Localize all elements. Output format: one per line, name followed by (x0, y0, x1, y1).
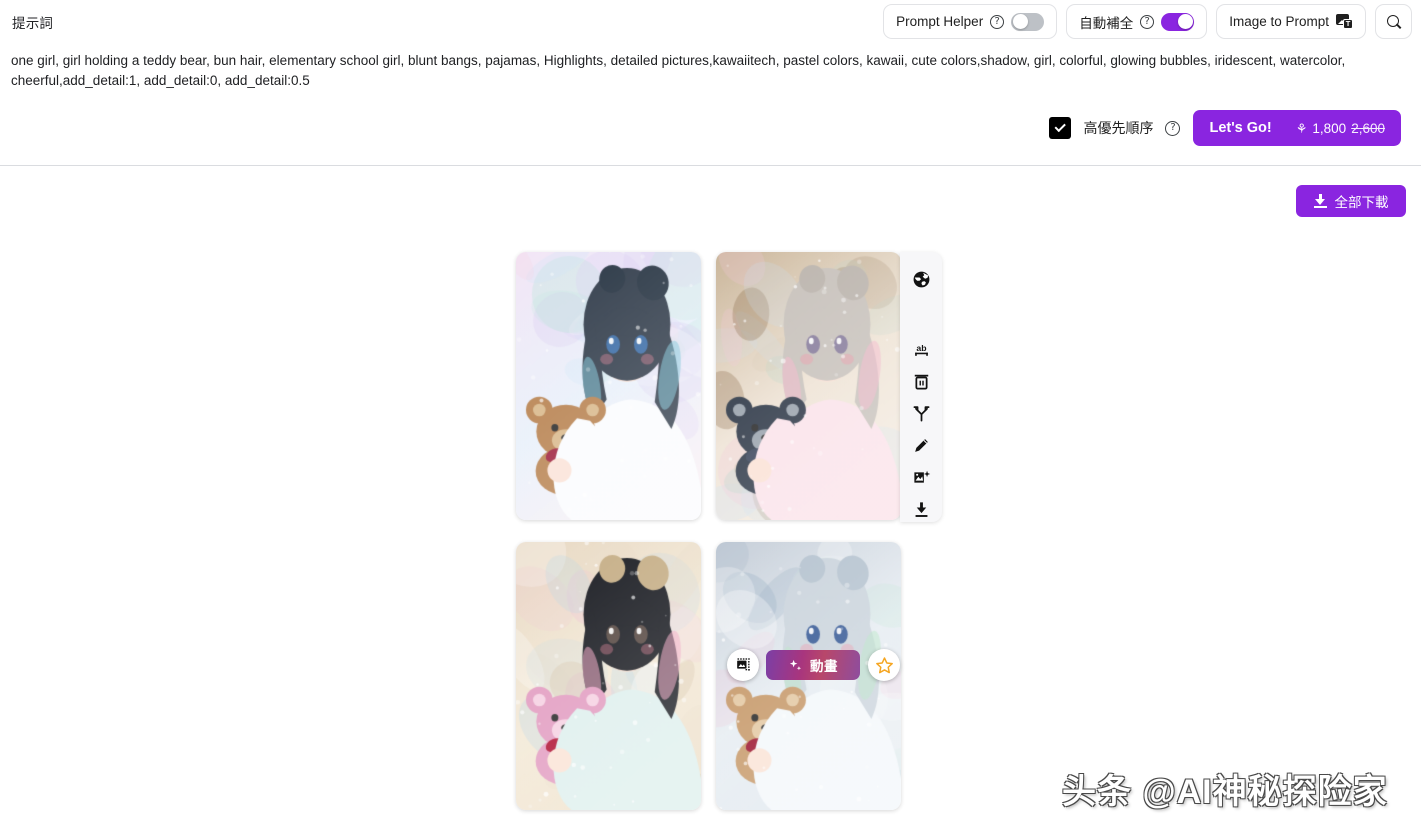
auto-complete-label: 自動補全 (1079, 15, 1134, 31)
result-image-3-canvas (516, 542, 701, 810)
expand-frame-button[interactable] (727, 649, 759, 681)
star-icon (875, 656, 893, 673)
credit-cost-group: ⚘ 1,800 2,600 (1296, 121, 1385, 136)
sparkle-icon (789, 659, 802, 670)
branch-variation-icon[interactable] (908, 400, 934, 426)
credit-original: 2,600 (1351, 120, 1385, 136)
image-to-text-icon-badge: T (1343, 19, 1353, 29)
result-image-1[interactable] (516, 252, 701, 520)
prompt-helper-toggle-group[interactable]: Prompt Helper ? (883, 4, 1058, 39)
page-title: 提示詞 (12, 15, 54, 31)
coin-icon: ⚘ (1295, 120, 1308, 136)
app-header: 提示詞 Prompt Helper ? 自動補全 ? Image to Prom… (0, 0, 1421, 43)
result-image-2-canvas (716, 252, 901, 520)
search-button[interactable] (1375, 4, 1412, 39)
high-priority-checkbox[interactable] (1049, 117, 1072, 139)
help-icon[interactable]: ? (1165, 120, 1181, 136)
image-tool-panel: ab (900, 252, 942, 522)
publish-globe-icon[interactable] (908, 266, 934, 292)
animate-button[interactable]: 動畫 (766, 650, 860, 680)
help-icon[interactable]: ? (990, 14, 1005, 29)
prompt-helper-label: Prompt Helper (896, 14, 984, 29)
switch-knob (1177, 14, 1193, 29)
result-image-1-canvas (516, 252, 701, 520)
image-enhance-icon[interactable] (908, 464, 934, 490)
translate-ab-icon[interactable]: ab (908, 336, 934, 362)
result-image-2[interactable] (716, 252, 901, 520)
svg-text:ab: ab (916, 343, 926, 353)
prompt-input[interactable]: one girl, girl holding a teddy bear, bun… (11, 51, 1403, 91)
auto-complete-toggle-group[interactable]: 自動補全 ? (1066, 4, 1208, 39)
prompt-helper-switch[interactable] (1011, 12, 1045, 31)
header-controls: Prompt Helper ? 自動補全 ? Image to Prompt T (883, 4, 1412, 39)
auto-complete-switch[interactable] (1161, 12, 1195, 31)
image-to-prompt-button[interactable]: Image to Prompt T (1216, 4, 1366, 39)
check-icon (1055, 121, 1066, 133)
lets-go-label: Let's Go! (1209, 120, 1272, 136)
delete-trash-icon[interactable] (908, 368, 934, 394)
help-icon[interactable]: ? (1140, 14, 1155, 29)
generate-action-row: 高優先順序 ? Let's Go! ⚘ 1,800 2,600 (1049, 110, 1401, 146)
edit-pencil-icon[interactable] (908, 432, 934, 458)
favorite-button[interactable] (868, 649, 900, 681)
high-priority-label: 高優先順序 (1083, 120, 1154, 136)
search-icon (1386, 14, 1401, 29)
switch-knob (1012, 14, 1028, 29)
image-to-text-icon: T (1336, 14, 1353, 29)
expand-frame-icon (736, 658, 750, 671)
animate-label: 動畫 (810, 659, 838, 674)
credit-cost: 1,800 (1312, 120, 1347, 136)
image-to-prompt-label: Image to Prompt (1229, 14, 1329, 29)
lets-go-button[interactable]: Let's Go! ⚘ 1,800 2,600 (1193, 110, 1401, 146)
result-image-3[interactable] (516, 542, 701, 810)
results-gallery: ab 動畫 (0, 166, 1421, 829)
download-icon[interactable] (908, 496, 934, 522)
